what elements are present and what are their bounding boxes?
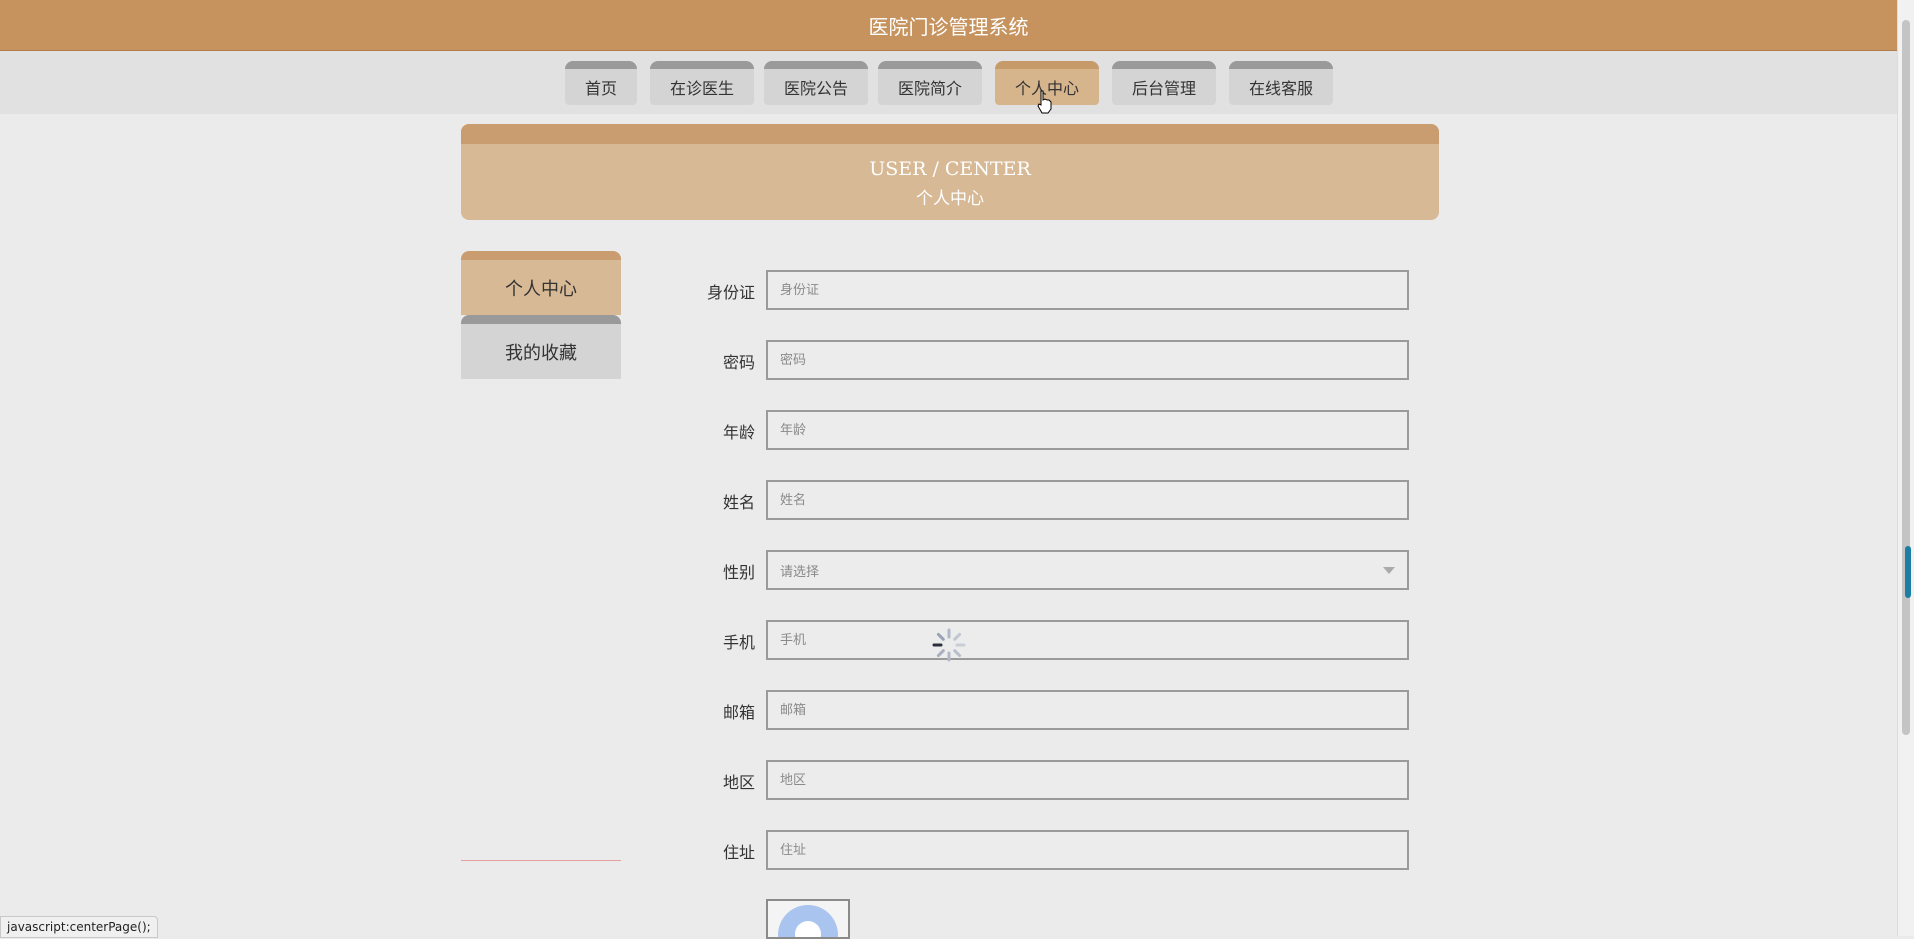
email-input[interactable] — [766, 690, 1409, 730]
scroll-grip-icon[interactable] — [1905, 546, 1911, 598]
nav-item-hospital-intro[interactable]: 医院简介 — [878, 61, 982, 105]
region-input[interactable] — [766, 760, 1409, 800]
address-input[interactable] — [766, 830, 1409, 870]
sidebar-item-user-center[interactable]: 个人中心 — [461, 251, 621, 315]
name-input[interactable] — [766, 480, 1409, 520]
main-nav: 首页 在诊医生 医院公告 医院简介 个人中心 后台管理 在线客服 — [0, 51, 1897, 114]
chevron-down-icon — [1383, 566, 1395, 574]
scrollbar-thumb[interactable] — [1902, 20, 1910, 735]
page-banner: USER / CENTER 个人中心 — [461, 124, 1439, 220]
label-email: 邮箱 — [722, 703, 755, 722]
nav-item-doctors[interactable]: 在诊医生 — [650, 61, 754, 105]
label-gender: 性别 — [722, 563, 755, 582]
nav-item-online-service[interactable]: 在线客服 — [1229, 61, 1333, 105]
label-id-card: 身份证 — [706, 283, 755, 302]
label-age: 年龄 — [722, 423, 755, 442]
label-address: 住址 — [722, 843, 755, 862]
nav-item-home[interactable]: 首页 — [565, 61, 637, 105]
gender-select-value: 请选择 — [780, 564, 820, 580]
nav-item-announcements[interactable]: 医院公告 — [764, 61, 868, 105]
age-input[interactable] — [766, 410, 1409, 450]
label-name: 姓名 — [722, 493, 755, 512]
avatar-upload[interactable] — [766, 899, 850, 939]
sidebar-divider — [461, 860, 621, 861]
password-input[interactable] — [766, 340, 1409, 380]
gender-select[interactable]: 请选择 — [766, 550, 1409, 590]
nav-item-admin[interactable]: 后台管理 — [1112, 61, 1216, 105]
banner-title-en: USER / CENTER — [869, 158, 1031, 180]
browser-status-bar: javascript:centerPage(); — [0, 916, 158, 938]
phone-input[interactable] — [766, 620, 1409, 660]
app-title: 医院门诊管理系统 — [868, 14, 1029, 39]
hand-cursor-icon — [1037, 90, 1052, 114]
label-region: 地区 — [722, 773, 755, 792]
banner-strip — [461, 124, 1439, 144]
banner-title-cn: 个人中心 — [916, 189, 984, 209]
page-scrollbar[interactable] — [1897, 0, 1914, 936]
id-card-input[interactable] — [766, 270, 1409, 310]
sidebar-item-favorites[interactable]: 我的收藏 — [461, 315, 621, 379]
app-header: 医院门诊管理系统 — [0, 0, 1897, 51]
label-password: 密码 — [722, 353, 755, 372]
loading-spinner-icon — [932, 628, 966, 662]
label-phone: 手机 — [722, 633, 755, 652]
